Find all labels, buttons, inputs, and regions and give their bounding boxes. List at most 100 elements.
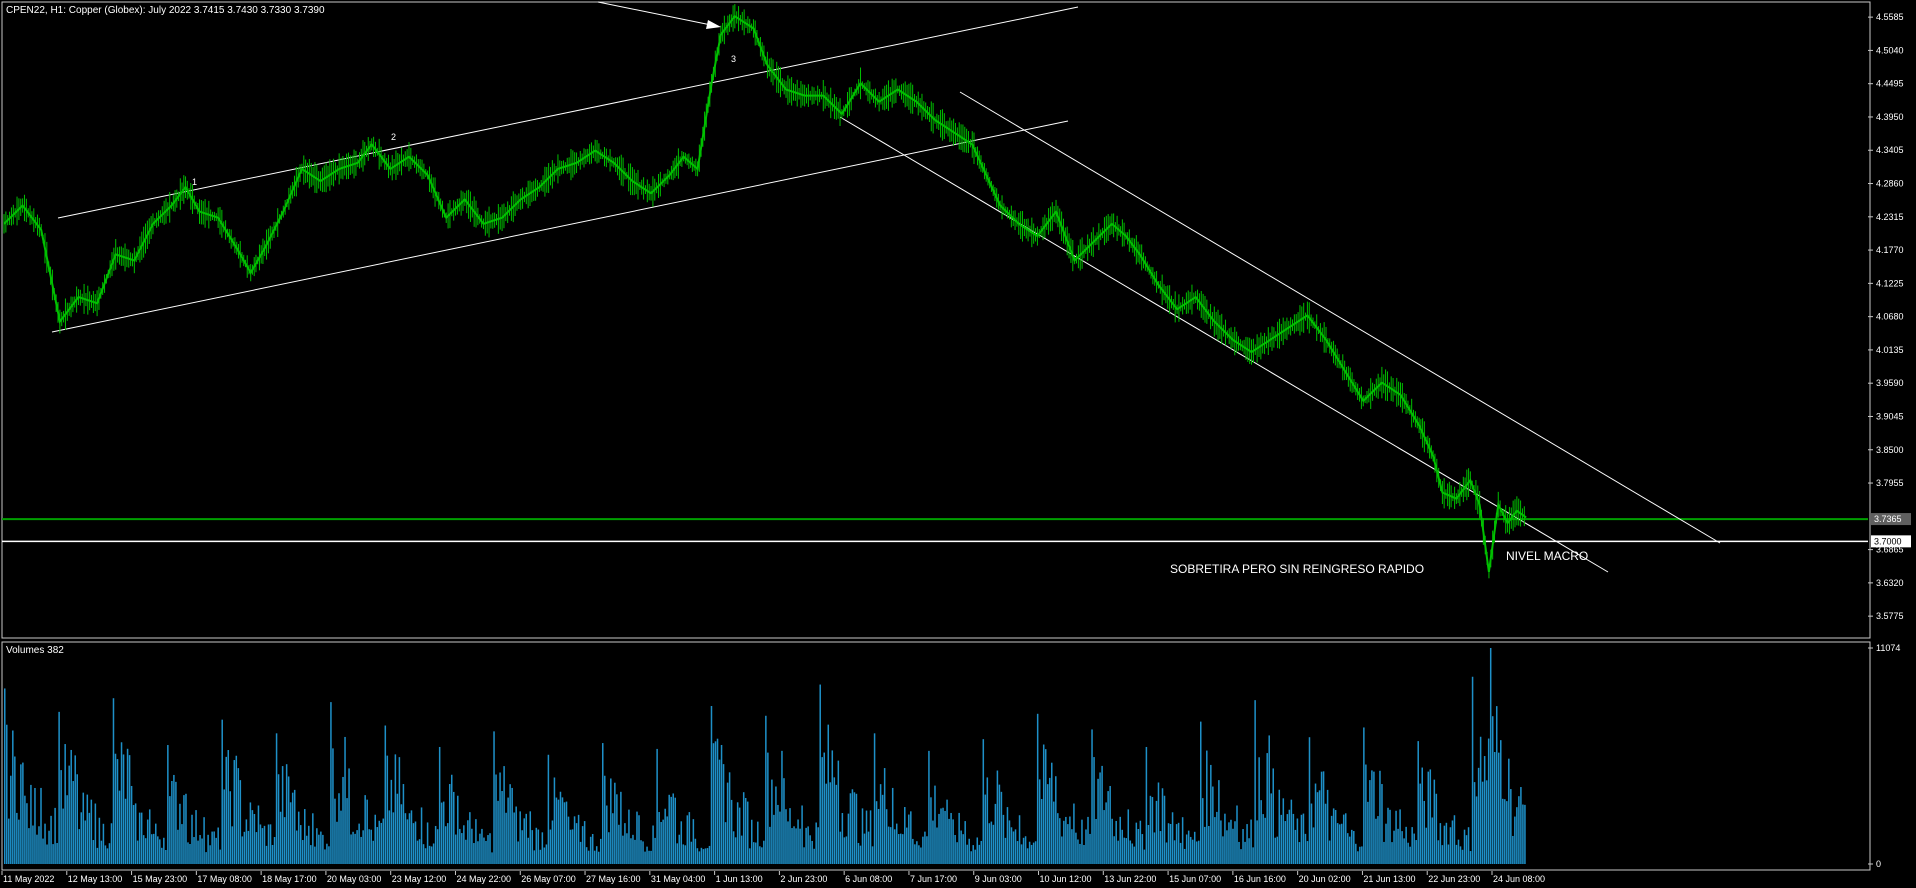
volume-bar bbox=[1044, 749, 1047, 864]
volume-bar bbox=[595, 846, 598, 864]
volume-bar bbox=[1016, 841, 1019, 864]
volume-bar bbox=[1493, 752, 1496, 864]
volume-bar bbox=[1391, 842, 1393, 864]
volume-bar bbox=[1326, 789, 1329, 864]
volume-bar bbox=[1222, 836, 1224, 864]
volume-bar bbox=[175, 781, 177, 864]
volume-bar bbox=[253, 813, 256, 864]
volume-bar bbox=[58, 711, 60, 864]
volume-bar bbox=[674, 797, 676, 864]
volume-bar bbox=[1314, 783, 1317, 864]
volume-bar bbox=[1169, 823, 1172, 864]
volume-bar bbox=[114, 753, 117, 864]
volume-bar bbox=[769, 826, 771, 864]
volume-bar bbox=[1042, 744, 1045, 864]
volume-bar bbox=[561, 797, 564, 864]
volume-bar bbox=[493, 731, 495, 864]
volume-bar bbox=[1512, 835, 1514, 864]
price-tick-label: 3.9045 bbox=[1876, 411, 1904, 421]
volume-bar bbox=[86, 794, 89, 864]
volume-bar bbox=[398, 757, 401, 864]
volume-bar bbox=[1163, 795, 1166, 864]
volume-bar bbox=[1292, 813, 1295, 864]
volume-bar bbox=[1012, 831, 1015, 864]
volume-bar bbox=[521, 830, 523, 864]
volume-bar bbox=[1473, 782, 1476, 864]
volume-bar bbox=[1441, 845, 1444, 864]
volume-bar bbox=[4, 688, 6, 864]
volume-bar bbox=[497, 800, 499, 864]
volume-bar bbox=[1453, 815, 1456, 864]
price-tick-label: 4.4495 bbox=[1876, 79, 1904, 89]
volume-bar bbox=[1071, 829, 1073, 864]
time-tick-label: 12 May 13:00 bbox=[68, 874, 123, 884]
volume-bar bbox=[330, 702, 332, 864]
time-tick-label: 11 May 2022 bbox=[3, 874, 54, 884]
volume-bar bbox=[1214, 817, 1216, 864]
volume-bar bbox=[455, 834, 457, 864]
volume-bar bbox=[374, 814, 376, 864]
volume-bar bbox=[358, 823, 360, 864]
price-tick-label: 3.5775 bbox=[1876, 611, 1904, 621]
volume-bar bbox=[235, 755, 238, 864]
volume-bar bbox=[177, 829, 179, 864]
volume-bar bbox=[857, 842, 860, 864]
volume-bar bbox=[1506, 801, 1508, 864]
volume-bar bbox=[444, 826, 447, 864]
volume-bar bbox=[750, 819, 753, 864]
volume-bar bbox=[569, 829, 572, 864]
volume-bar bbox=[1274, 837, 1277, 864]
volume-bar bbox=[396, 793, 399, 864]
volume-bar bbox=[827, 724, 830, 864]
volume-bar bbox=[388, 810, 391, 864]
volume-bar bbox=[910, 811, 912, 864]
volume-bar bbox=[865, 810, 868, 864]
volume-bar bbox=[310, 845, 312, 864]
volume-bar bbox=[602, 743, 604, 864]
volume-bar bbox=[1369, 780, 1371, 864]
volume-bar bbox=[722, 764, 725, 864]
volume-bar bbox=[36, 834, 38, 864]
volume-bar bbox=[1135, 822, 1138, 864]
volume-bar bbox=[340, 810, 342, 864]
volume-bar bbox=[1334, 810, 1337, 864]
volume-bar bbox=[90, 799, 93, 864]
volume-bar bbox=[241, 836, 244, 864]
volume-bar bbox=[571, 829, 574, 864]
volume-bar bbox=[108, 843, 111, 864]
volume-bar bbox=[563, 802, 566, 864]
volume-bar bbox=[555, 797, 558, 864]
volume-bar bbox=[912, 838, 914, 864]
volume-bar bbox=[1053, 801, 1055, 864]
volume-bar bbox=[1048, 777, 1051, 864]
volume-bar bbox=[1183, 848, 1186, 864]
volume-bar bbox=[1312, 827, 1315, 864]
volume-bar bbox=[1204, 826, 1206, 864]
volume-bar bbox=[1353, 831, 1355, 864]
volume-bar bbox=[173, 774, 175, 864]
volume-bar bbox=[368, 829, 370, 864]
volume-bar bbox=[1147, 825, 1150, 864]
volume-bar bbox=[1185, 834, 1188, 864]
volume-bar bbox=[314, 846, 316, 864]
volume-bar bbox=[1447, 844, 1450, 864]
volume-bar bbox=[994, 803, 997, 864]
volume-bar bbox=[952, 819, 954, 864]
volume-bar bbox=[839, 831, 842, 864]
volume-bar bbox=[148, 809, 151, 864]
volume-bar bbox=[1063, 820, 1065, 864]
volume-bar bbox=[366, 799, 368, 864]
volume-bar bbox=[763, 840, 765, 864]
volume-bar bbox=[585, 847, 588, 864]
volume-bar bbox=[916, 841, 918, 864]
volume-bar bbox=[708, 845, 711, 864]
volume-bar bbox=[96, 847, 99, 864]
volume-bar bbox=[559, 791, 562, 864]
volume-tick-label: 0 bbox=[1876, 859, 1881, 869]
volume-bar bbox=[1131, 843, 1134, 864]
volume-bar bbox=[990, 821, 993, 864]
volume-bar bbox=[817, 827, 819, 864]
volume-bar bbox=[1268, 735, 1270, 864]
volume-bar bbox=[344, 736, 346, 864]
volume-bar bbox=[231, 826, 234, 864]
